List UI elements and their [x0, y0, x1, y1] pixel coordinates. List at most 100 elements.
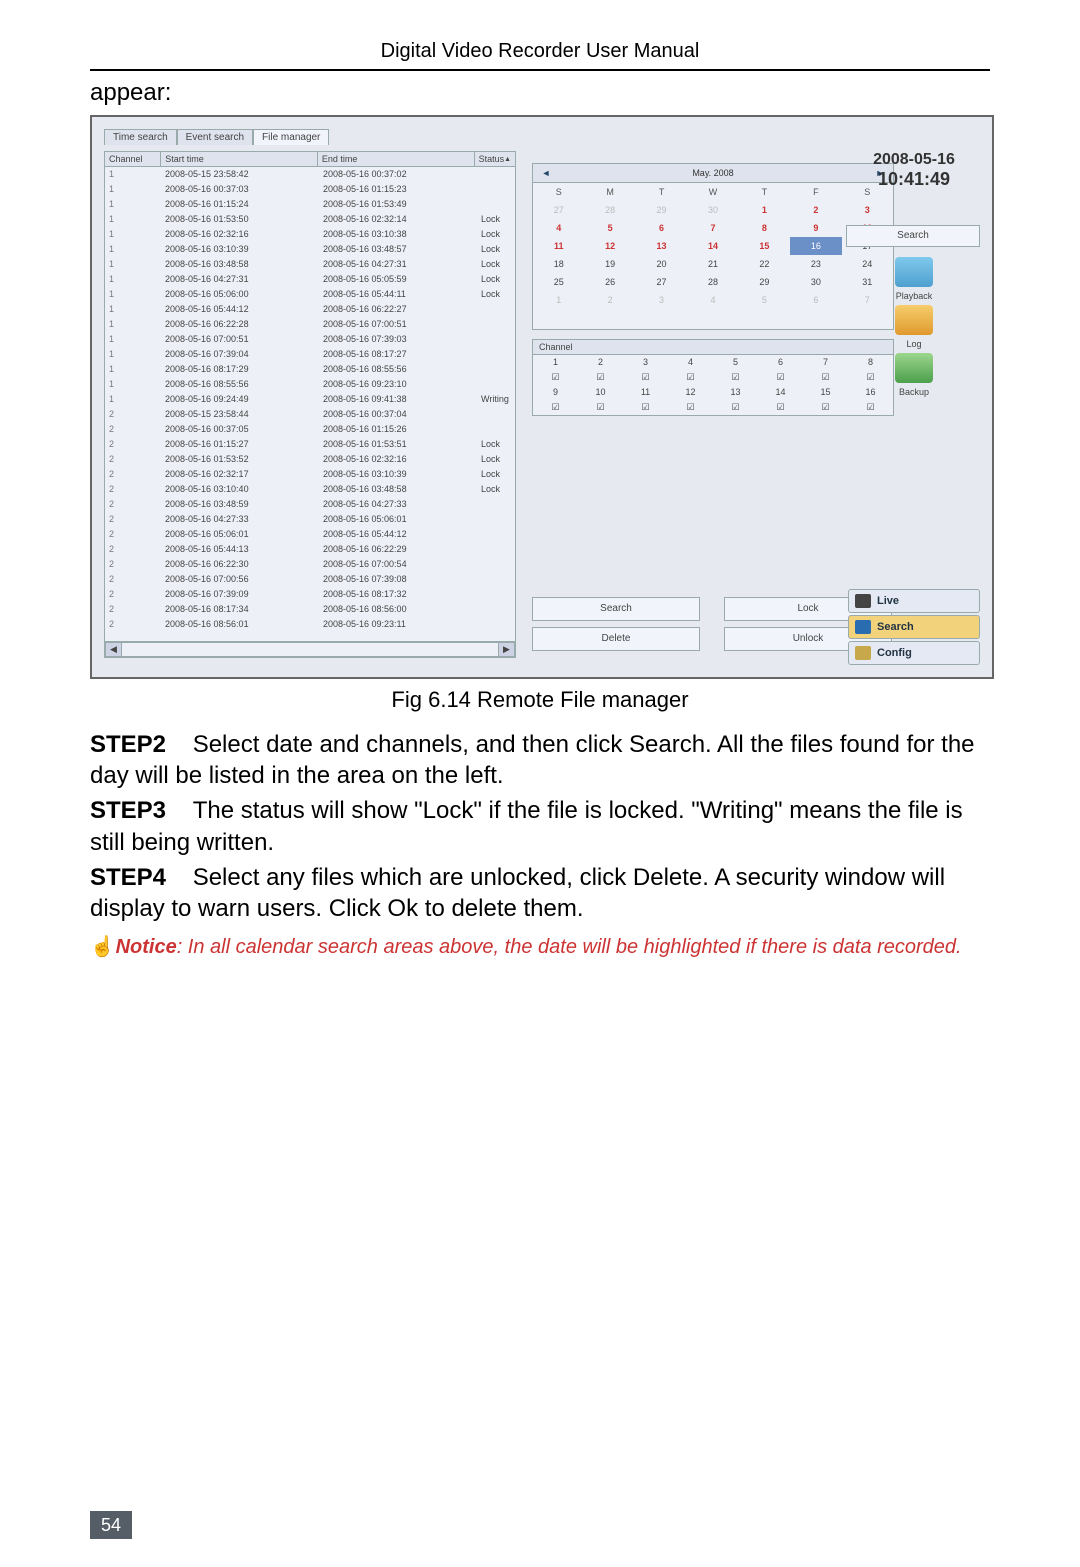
table-row[interactable]: 22008-05-16 03:10:402008-05-16 03:48:58L… — [105, 482, 515, 497]
calendar-day[interactable]: 9 — [790, 219, 841, 237]
table-row[interactable]: 22008-05-16 01:15:272008-05-16 01:53:51L… — [105, 437, 515, 452]
table-row[interactable]: 12008-05-16 06:22:282008-05-16 07:00:51 — [105, 317, 515, 332]
calendar-day[interactable]: 6 — [636, 219, 687, 237]
calendar-day[interactable]: 18 — [533, 255, 584, 273]
table-row[interactable]: 22008-05-16 07:39:092008-05-16 08:17:32 — [105, 587, 515, 602]
log-icon[interactable] — [895, 305, 933, 335]
calendar-day[interactable]: 14 — [687, 237, 738, 255]
channel-checkbox[interactable]: ☑ — [578, 370, 623, 385]
channel-checkbox[interactable]: ☑ — [758, 400, 803, 415]
col-start[interactable]: Start time — [161, 152, 318, 166]
table-row[interactable]: 22008-05-16 09:24:492008-05-16 09:41:38W… — [105, 632, 515, 634]
calendar-day[interactable]: 1 — [533, 291, 584, 309]
table-row[interactable]: 12008-05-16 05:06:002008-05-16 05:44:11L… — [105, 287, 515, 302]
table-row[interactable]: 12008-05-16 02:32:162008-05-16 03:10:38L… — [105, 227, 515, 242]
calendar-day[interactable]: 28 — [584, 201, 635, 219]
file-list-body[interactable]: 12008-05-15 23:58:422008-05-16 00:37:021… — [105, 167, 515, 634]
backup-icon[interactable] — [895, 353, 933, 383]
col-channel[interactable]: Channel — [105, 152, 161, 166]
tab-event-search[interactable]: Event search — [177, 129, 253, 145]
channel-checkbox[interactable]: ☑ — [758, 370, 803, 385]
channel-checkbox[interactable]: ☑ — [623, 400, 668, 415]
calendar-day[interactable]: 12 — [584, 237, 635, 255]
playback-icon[interactable] — [895, 257, 933, 287]
table-row[interactable]: 12008-05-16 05:44:122008-05-16 06:22:27 — [105, 302, 515, 317]
col-status[interactable]: Status▲ — [475, 152, 515, 166]
calendar-day[interactable]: 27 — [533, 201, 584, 219]
table-row[interactable]: 22008-05-15 23:58:442008-05-16 00:37:04 — [105, 407, 515, 422]
calendar-day[interactable]: 19 — [584, 255, 635, 273]
table-row[interactable]: 22008-05-16 08:17:342008-05-16 08:56:00 — [105, 602, 515, 617]
table-row[interactable]: 12008-05-16 01:15:242008-05-16 01:53:49 — [105, 197, 515, 212]
calendar-day[interactable]: 5 — [739, 291, 790, 309]
channel-checkbox[interactable]: ☑ — [713, 370, 758, 385]
calendar-day[interactable]: 28 — [687, 273, 738, 291]
table-row[interactable]: 12008-05-16 04:27:312008-05-16 05:05:59L… — [105, 272, 515, 287]
table-row[interactable]: 12008-05-15 23:58:422008-05-16 00:37:02 — [105, 167, 515, 182]
calendar-day[interactable]: 29 — [739, 273, 790, 291]
calendar-day[interactable]: 5 — [584, 219, 635, 237]
scroll-right-button[interactable]: ▶ — [498, 642, 515, 657]
delete-button[interactable]: Delete — [532, 627, 700, 651]
nav-search[interactable]: Search — [848, 615, 980, 639]
calendar-day[interactable]: 8 — [739, 219, 790, 237]
nav-live[interactable]: Live — [848, 589, 980, 613]
channel-checkbox[interactable]: ☑ — [713, 400, 758, 415]
sidebar-search-bar[interactable]: Search — [846, 225, 980, 247]
calendar-day[interactable]: 7 — [687, 219, 738, 237]
sort-asc-icon[interactable]: ▲ — [504, 156, 511, 163]
table-row[interactable]: 12008-05-16 08:55:562008-05-16 09:23:10 — [105, 377, 515, 392]
table-row[interactable]: 12008-05-16 07:39:042008-05-16 08:17:27 — [105, 347, 515, 362]
table-row[interactable]: 12008-05-16 09:24:492008-05-16 09:41:38W… — [105, 392, 515, 407]
calendar-day[interactable]: 2 — [790, 201, 841, 219]
channel-checkbox[interactable]: ☑ — [803, 370, 848, 385]
calendar-day[interactable]: 1 — [739, 201, 790, 219]
scroll-track[interactable] — [122, 642, 498, 657]
calendar-day[interactable]: 4 — [687, 291, 738, 309]
tab-file-manager[interactable]: File manager — [253, 129, 329, 145]
channel-checkbox[interactable]: ☑ — [533, 370, 578, 385]
calendar-day[interactable]: 13 — [636, 237, 687, 255]
table-row[interactable]: 12008-05-16 07:00:512008-05-16 07:39:03 — [105, 332, 515, 347]
channel-checkbox[interactable]: ☑ — [623, 370, 668, 385]
calendar-day[interactable]: 21 — [687, 255, 738, 273]
calendar-day[interactable]: 4 — [533, 219, 584, 237]
channel-checkbox[interactable]: ☑ — [803, 400, 848, 415]
calendar-day[interactable]: 15 — [739, 237, 790, 255]
table-row[interactable]: 22008-05-16 07:00:562008-05-16 07:39:08 — [105, 572, 515, 587]
calendar-day[interactable]: 20 — [636, 255, 687, 273]
channel-checkbox[interactable]: ☑ — [578, 400, 623, 415]
channel-checkbox[interactable]: ☑ — [668, 400, 713, 415]
nav-config[interactable]: Config — [848, 641, 980, 665]
table-row[interactable]: 22008-05-16 05:44:132008-05-16 06:22:29 — [105, 542, 515, 557]
calendar-day[interactable]: 11 — [533, 237, 584, 255]
calendar-day[interactable]: 25 — [533, 273, 584, 291]
calendar-day[interactable]: 26 — [584, 273, 635, 291]
table-row[interactable]: 22008-05-16 01:53:522008-05-16 02:32:16L… — [105, 452, 515, 467]
calendar-day[interactable]: 6 — [790, 291, 841, 309]
table-row[interactable]: 22008-05-16 08:56:012008-05-16 09:23:11 — [105, 617, 515, 632]
calendar-day[interactable]: 23 — [790, 255, 841, 273]
calendar-day[interactable]: 16 — [790, 237, 841, 255]
table-row[interactable]: 22008-05-16 02:32:172008-05-16 03:10:39L… — [105, 467, 515, 482]
table-row[interactable]: 12008-05-16 08:17:292008-05-16 08:55:56 — [105, 362, 515, 377]
table-row[interactable]: 12008-05-16 03:48:582008-05-16 04:27:31L… — [105, 257, 515, 272]
col-end[interactable]: End time — [318, 152, 475, 166]
table-row[interactable]: 12008-05-16 01:53:502008-05-16 02:32:14L… — [105, 212, 515, 227]
calendar-day[interactable]: 2 — [584, 291, 635, 309]
calendar-day[interactable]: 3 — [842, 201, 893, 219]
calendar-day[interactable]: 29 — [636, 201, 687, 219]
table-row[interactable]: 22008-05-16 05:06:012008-05-16 05:44:12 — [105, 527, 515, 542]
table-row[interactable]: 22008-05-16 00:37:052008-05-16 01:15:26 — [105, 422, 515, 437]
channel-checkbox[interactable]: ☑ — [668, 370, 713, 385]
channel-checkbox[interactable]: ☑ — [533, 400, 578, 415]
table-row[interactable]: 22008-05-16 03:48:592008-05-16 04:27:33 — [105, 497, 515, 512]
calendar-day[interactable]: 3 — [636, 291, 687, 309]
table-row[interactable]: 22008-05-16 06:22:302008-05-16 07:00:54 — [105, 557, 515, 572]
calendar-day[interactable]: 30 — [790, 273, 841, 291]
calendar-day[interactable]: 30 — [687, 201, 738, 219]
scroll-left-button[interactable]: ◀ — [105, 642, 122, 657]
horizontal-scrollbar[interactable]: ◀ ▶ — [105, 641, 515, 657]
table-row[interactable]: 12008-05-16 00:37:032008-05-16 01:15:23 — [105, 182, 515, 197]
table-row[interactable]: 22008-05-16 04:27:332008-05-16 05:06:01 — [105, 512, 515, 527]
